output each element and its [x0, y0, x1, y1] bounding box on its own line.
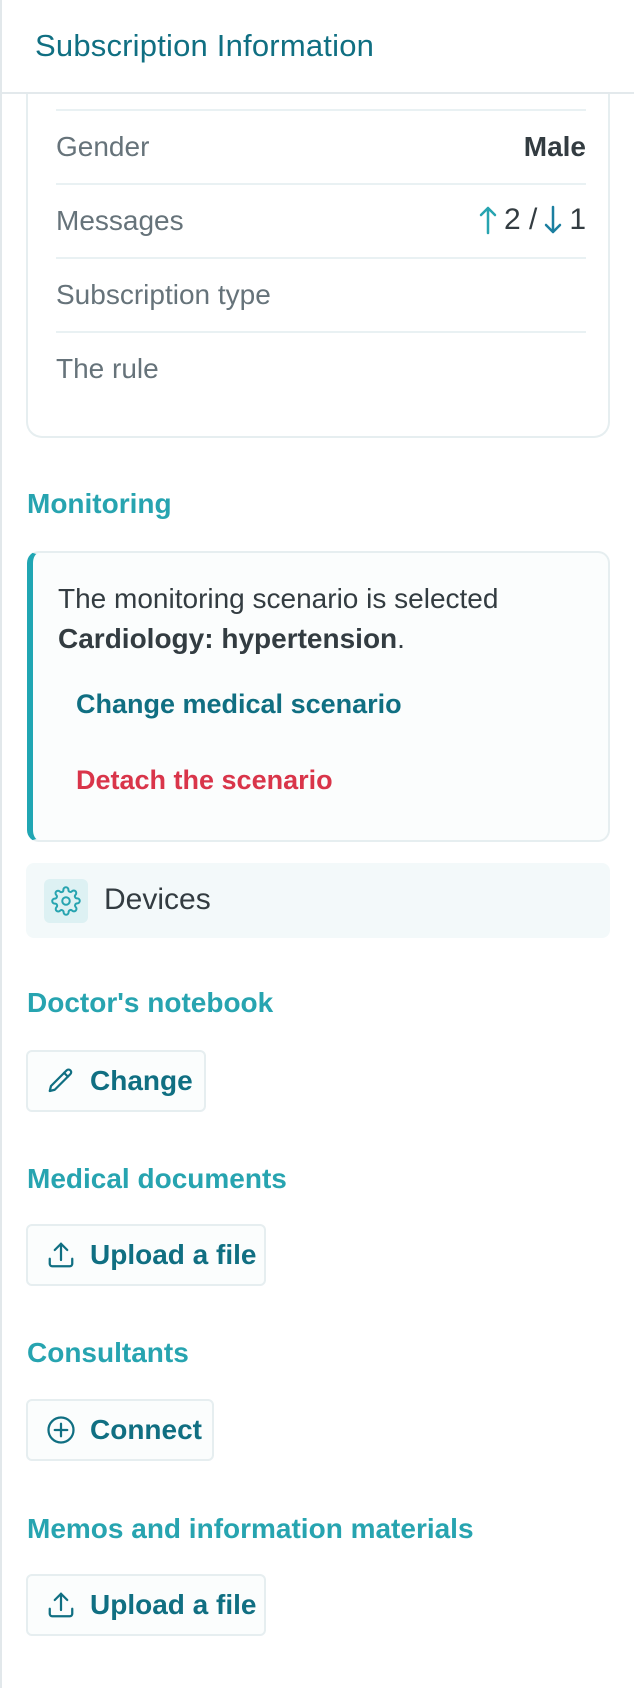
- rule-row: The rule: [56, 331, 586, 405]
- messages-received-count: 1: [569, 203, 586, 236]
- messages-counts: 2 / 1: [478, 203, 586, 237]
- change-scenario-link[interactable]: Change medical scenario: [76, 689, 402, 720]
- messages-label: Messages: [56, 205, 184, 236]
- subscription-info-card: Gender Male Messages 2 / 1 Subscription …: [26, 94, 610, 438]
- upload-icon: [46, 1590, 76, 1620]
- left-border: [0, 0, 2, 1688]
- arrow-down-icon: [543, 205, 563, 235]
- detach-scenario-link[interactable]: Detach the scenario: [76, 765, 333, 796]
- arrow-up-icon: [478, 205, 498, 235]
- notebook-change-label: Change: [90, 1065, 193, 1096]
- scenario-description: The monitoring scenario is selected Card…: [58, 579, 578, 659]
- memos-title: Memos and information materials: [27, 1513, 474, 1544]
- consultants-connect-button[interactable]: Connect: [26, 1399, 214, 1461]
- scenario-prefix: The monitoring scenario is selected: [58, 583, 499, 614]
- pencil-icon: [46, 1066, 76, 1096]
- page-title: Subscription Information: [35, 28, 375, 63]
- plus-circle-icon: [46, 1415, 76, 1445]
- upload-icon: [46, 1240, 76, 1270]
- gear-icon: [44, 879, 88, 923]
- medical-documents-title: Medical documents: [27, 1163, 287, 1194]
- memos-upload-label: Upload a file: [90, 1589, 257, 1620]
- medical-documents-upload-label: Upload a file: [90, 1239, 257, 1270]
- memos-upload-button[interactable]: Upload a file: [26, 1574, 266, 1636]
- gender-value: Male: [523, 131, 586, 162]
- consultants-title: Consultants: [27, 1337, 189, 1368]
- gender-label: Gender: [56, 131, 150, 162]
- rule-label: The rule: [56, 353, 159, 384]
- devices-label: Devices: [104, 883, 211, 916]
- subscription-type-row: Subscription type: [56, 257, 586, 331]
- notebook-change-button[interactable]: Change: [26, 1050, 206, 1112]
- monitoring-title: Monitoring: [27, 488, 172, 519]
- doctors-notebook-title: Doctor's notebook: [27, 987, 274, 1018]
- consultants-connect-label: Connect: [90, 1414, 202, 1445]
- medical-documents-upload-button[interactable]: Upload a file: [26, 1224, 266, 1286]
- messages-sent-count: 2 /: [503, 203, 538, 236]
- panel-header: Subscription Information: [2, 0, 634, 94]
- scenario-suffix: .: [397, 623, 405, 654]
- devices-button[interactable]: Devices: [26, 863, 610, 938]
- monitoring-scenario-card: The monitoring scenario is selected Card…: [27, 551, 610, 842]
- scenario-name: Cardiology: hypertension: [58, 623, 398, 654]
- gender-row: Gender Male: [56, 109, 586, 183]
- subscription-type-label: Subscription type: [56, 279, 271, 310]
- messages-row: Messages 2 / 1: [56, 183, 586, 257]
